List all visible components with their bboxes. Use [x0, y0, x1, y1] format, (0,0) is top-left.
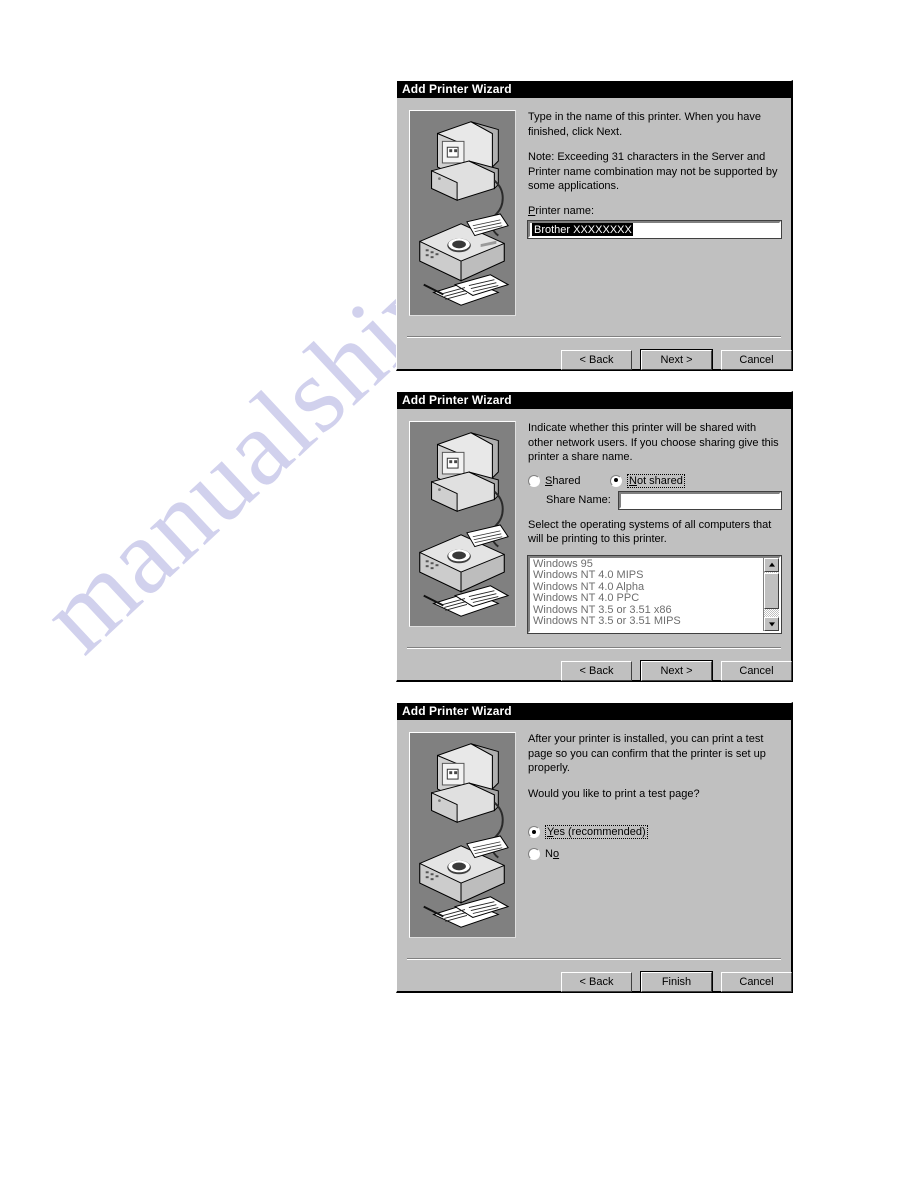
list-item[interactable]: Windows NT 3.5 or 3.51 MIPS — [532, 616, 762, 628]
printer-illustration-panel — [409, 421, 516, 627]
radio-option-not-shared[interactable]: Not shared — [610, 473, 685, 488]
test-page-instruction-text: After your printer is installed, you can… — [528, 733, 766, 774]
scrollbar-thumb[interactable] — [764, 572, 779, 609]
footer-separator — [407, 958, 781, 960]
scroll-down-icon[interactable] — [764, 616, 779, 631]
printer-illustration-panel — [409, 110, 516, 316]
add-printer-wizard-dialog-sharing-step: Add Printer Wizard Indicate whether this… — [396, 391, 793, 682]
printer-name-value: Brother XXXXXXXX — [532, 222, 633, 236]
instruction-text-primary: Type in the name of this printer. When y… — [528, 111, 761, 138]
printer-illustration-panel — [409, 732, 516, 938]
computer-and-printer-illustration — [410, 111, 515, 315]
test-page-radio-group: Yes (recommended) No — [528, 825, 781, 860]
next-button[interactable]: Next > — [640, 349, 713, 371]
cancel-button[interactable]: Cancel — [721, 972, 792, 992]
dialog2-content: Indicate whether this printer will be sh… — [527, 421, 783, 634]
scroll-up-icon[interactable] — [764, 557, 779, 572]
sharing-radio-group: Shared Not shared — [528, 473, 781, 488]
printer-name-input[interactable]: Brother XXXXXXXX — [527, 219, 782, 239]
titlebar: Add Printer Wizard — [397, 392, 791, 409]
radio-option-yes[interactable]: Yes (recommended) — [528, 825, 781, 839]
radio-button-yes[interactable] — [528, 826, 540, 838]
printer-name-label-rest: rinter name: — [535, 204, 595, 217]
dialog3-button-row: < Back Finish Cancel — [561, 971, 792, 993]
add-printer-wizard-dialog-test-page-step: Add Printer Wizard After your printer is… — [396, 702, 793, 993]
dialog2-button-row: < Back Next > Cancel — [561, 660, 792, 682]
share-name-row: Share Name: — [546, 490, 783, 510]
list-item[interactable]: Windows NT 4.0 MIPS — [532, 569, 762, 582]
radio-button-no[interactable] — [528, 848, 540, 860]
radio-button-not-shared[interactable] — [610, 474, 622, 487]
os-selection-prompt: Select the operating systems of all comp… — [528, 518, 772, 546]
footer-separator — [407, 647, 781, 649]
footer-separator — [407, 336, 781, 338]
sharing-instruction-text: Indicate whether this printer will be sh… — [528, 422, 779, 463]
back-button[interactable]: < Back — [561, 661, 632, 681]
cancel-button[interactable]: Cancel — [721, 661, 792, 681]
operating-systems-listbox[interactable]: Windows 95 Windows NT 4.0 MIPS Windows N… — [527, 554, 782, 634]
operating-systems-list: Windows 95 Windows NT 4.0 MIPS Windows N… — [532, 558, 762, 629]
back-button[interactable]: < Back — [561, 972, 632, 992]
dialog3-content: After your printer is installed, you can… — [528, 732, 781, 866]
finish-button[interactable]: Finish — [640, 971, 713, 993]
cancel-button[interactable]: Cancel — [721, 350, 792, 370]
radio-label-not-shared: Not shared — [627, 473, 685, 488]
radio-label-yes: Yes (recommended) — [545, 825, 648, 839]
dialog1-content: Type in the name of this printer. When y… — [527, 110, 782, 239]
titlebar: Add Printer Wizard — [397, 703, 791, 720]
dialog1-button-row: < Back Next > Cancel — [561, 349, 792, 371]
share-name-input[interactable] — [617, 490, 783, 510]
back-button[interactable]: < Back — [561, 350, 632, 370]
radio-label-no: No — [545, 848, 560, 860]
titlebar: Add Printer Wizard — [397, 81, 791, 98]
add-printer-wizard-dialog-name-step: Add Printer Wizard Type in the name of t… — [396, 80, 793, 371]
share-name-label: Share Name: — [546, 494, 611, 506]
radio-option-shared[interactable]: Shared — [528, 474, 610, 487]
test-page-question-text: Would you like to print a test page? — [528, 787, 700, 800]
computer-and-printer-illustration — [410, 733, 515, 937]
printer-name-label: Printer name: — [528, 204, 595, 217]
instruction-text-note: Note: Exceeding 31 characters in the Ser… — [528, 151, 778, 192]
radio-button-shared[interactable] — [528, 474, 540, 487]
radio-option-no[interactable]: No — [528, 848, 781, 860]
radio-label-shared: Shared — [545, 474, 581, 487]
next-button[interactable]: Next > — [640, 660, 713, 682]
computer-and-printer-illustration — [410, 422, 515, 626]
listbox-vertical-scrollbar[interactable] — [763, 557, 779, 631]
